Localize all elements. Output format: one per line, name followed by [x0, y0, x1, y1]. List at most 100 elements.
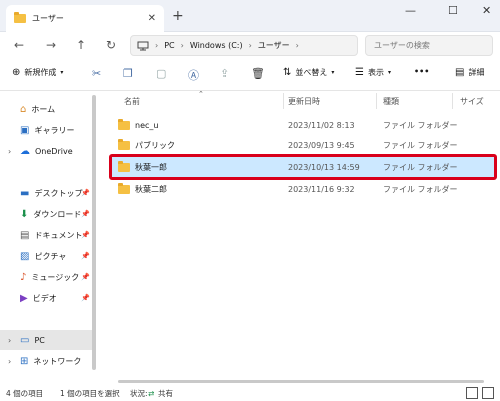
chevron-down-icon: ▾ [387, 69, 391, 76]
breadcrumb-item-users[interactable]: ユーザー [258, 40, 290, 51]
rename-button[interactable]: Ⓐ [188, 67, 199, 83]
file-date: 2023/11/16 9:32 [288, 184, 355, 194]
pin-icon[interactable]: 📌 [81, 273, 90, 281]
table-row[interactable]: パブリック 2023/09/13 9:45 ファイル フォルダー [110, 135, 496, 155]
share-button[interactable]: ⇪ [220, 67, 229, 80]
breadcrumb-item-pc[interactable]: PC [164, 41, 174, 50]
column-header-size[interactable]: サイズ [460, 96, 484, 107]
sidebar-item-label: ビデオ [32, 293, 57, 303]
sidebar-item-gallery[interactable]: ▣ ギャラリー [0, 120, 92, 140]
sidebar-item-label: OneDrive [35, 146, 73, 156]
status-bar: 4 個の項目 1 個の項目を選択 状況: ⇄ 共有 [0, 386, 500, 401]
status-label: 状況: [130, 389, 148, 398]
close-tab-icon[interactable]: ✕ [148, 13, 156, 24]
selected-count: 1 個の項目を選択 [60, 389, 120, 398]
folder-icon [118, 118, 130, 130]
view-button[interactable]: ☰ 表示 ▾ [355, 67, 391, 78]
sidebar-item-network[interactable]: › ⊞ ネットワーク [0, 351, 92, 371]
sidebar-item-pc[interactable]: › ▭ PC [0, 330, 92, 350]
shared-icon: ⇄ [148, 389, 155, 398]
paste-icon: ▢ [156, 67, 167, 80]
breadcrumb-separator: › [295, 41, 299, 50]
new-tab-button[interactable]: + [172, 8, 184, 24]
command-bar: ⊕ 新規作成 ▾ ✂ ❐ ▢ Ⓐ ⇪ 🗑 ⇅ 並べ替え ▾ ☰ 表示 ▾ •••… [0, 59, 500, 91]
sidebar-item-label: ピクチャ [34, 251, 67, 261]
file-type: ファイル フォルダー [383, 184, 458, 194]
address-bar: ← → ↑ ↻ › PC › Windows (C:) › ユーザー › ユーザ… [0, 32, 500, 59]
pin-icon[interactable]: 📌 [81, 294, 90, 302]
breadcrumb-separator: › [180, 41, 184, 50]
file-date: 2023/11/02 8:13 [288, 120, 355, 130]
tiles-view-icon[interactable] [482, 387, 494, 399]
plus-circle-icon: ⊕ [12, 67, 21, 78]
chevron-right-icon[interactable]: › [8, 357, 11, 366]
details-view-icon[interactable] [466, 387, 478, 399]
file-name: nec_u [135, 120, 159, 130]
sidebar-item-videos[interactable]: ▶ ビデオ 📌 [0, 288, 92, 308]
video-icon: ▶ [20, 292, 28, 304]
table-row[interactable]: 秋葉二郎 2023/11/16 9:32 ファイル フォルダー [110, 179, 496, 199]
pin-icon[interactable]: 📌 [81, 252, 90, 260]
maximize-button[interactable]: ☐ [448, 4, 458, 17]
monitor-icon [137, 41, 149, 50]
monitor-icon: ▭ [20, 334, 30, 346]
chevron-right-icon[interactable]: › [8, 147, 11, 156]
breadcrumb[interactable]: › PC › Windows (C:) › ユーザー › [130, 35, 358, 56]
file-date: 2023/09/13 9:45 [288, 140, 355, 150]
sidebar-scrollbar[interactable] [92, 95, 96, 370]
column-divider[interactable] [283, 93, 284, 109]
search-input[interactable]: ユーザーの検索 [365, 35, 493, 56]
network-icon: ⊞ [20, 355, 29, 367]
sidebar-item-downloads[interactable]: ⬇ ダウンロード 📌 [0, 204, 92, 224]
cut-button[interactable]: ✂ [92, 67, 101, 80]
new-button-label: 新規作成 [24, 68, 57, 77]
copy-button[interactable]: ❐ [123, 67, 133, 80]
horizontal-scrollbar[interactable] [118, 380, 484, 383]
sidebar-item-pictures[interactable]: ▨ ピクチャ 📌 [0, 246, 92, 266]
details-button-label: 詳細 [468, 68, 485, 77]
paste-button[interactable]: ▢ [156, 67, 166, 80]
pin-icon[interactable]: 📌 [81, 189, 90, 197]
table-row[interactable]: nec_u 2023/11/02 8:13 ファイル フォルダー [110, 115, 496, 135]
pin-icon[interactable]: 📌 [81, 231, 90, 239]
item-count: 4 個の項目 [6, 389, 44, 398]
refresh-icon[interactable]: ↻ [106, 38, 116, 52]
pin-icon[interactable]: 📌 [81, 210, 90, 218]
tab-users[interactable]: ユーザー ✕ [6, 5, 164, 32]
column-header-type[interactable]: 種類 [383, 96, 399, 107]
column-divider[interactable] [452, 93, 453, 109]
details-button[interactable]: ▤ 詳細 [455, 67, 484, 78]
copy-icon: ❐ [123, 67, 133, 80]
sidebar-item-label: ネットワーク [33, 356, 82, 366]
sidebar-item-music[interactable]: ♪ ミュージック 📌 [0, 267, 92, 287]
column-header-name[interactable]: 名前 [124, 96, 140, 107]
details-pane-icon: ▤ [455, 67, 465, 78]
minimize-button[interactable]: — [405, 4, 416, 17]
navigation-pane: ⌂ ホーム ▣ ギャラリー › ☁ OneDrive ▬ デスクトップ 📌 ⬇ … [0, 91, 96, 373]
close-window-button[interactable]: ✕ [482, 4, 491, 17]
tab-title: ユーザー [32, 14, 64, 23]
sidebar-item-onedrive[interactable]: › ☁ OneDrive [0, 141, 92, 161]
delete-button[interactable]: 🗑 [251, 67, 265, 80]
column-header-date[interactable]: 更新日時 [288, 96, 320, 107]
gallery-icon: ▣ [20, 124, 30, 136]
view-list-icon: ☰ [355, 67, 364, 78]
forward-arrow-icon[interactable]: → [46, 38, 56, 52]
up-arrow-icon[interactable]: ↑ [76, 38, 86, 52]
sidebar-item-label: ダウンロード [33, 209, 82, 219]
sort-button-label: 並べ替え [295, 68, 328, 77]
column-divider[interactable] [376, 93, 377, 109]
sidebar-item-documents[interactable]: ▤ ドキュメント 📌 [0, 225, 92, 245]
new-button[interactable]: ⊕ 新規作成 ▾ [12, 67, 63, 78]
sort-icon: ⇅ [283, 67, 292, 78]
breadcrumb-item-drive[interactable]: Windows (C:) [190, 41, 243, 50]
folder-icon [118, 182, 130, 194]
sidebar-item-desktop[interactable]: ▬ デスクトップ 📌 [0, 183, 92, 203]
more-options-button[interactable]: ••• [414, 67, 429, 76]
chevron-right-icon[interactable]: › [8, 336, 11, 345]
sidebar-item-home[interactable]: ⌂ ホーム [0, 99, 92, 119]
back-arrow-icon[interactable]: ← [14, 38, 24, 52]
sort-button[interactable]: ⇅ 並べ替え ▾ [283, 67, 334, 78]
sidebar-item-label: ギャラリー [34, 125, 75, 135]
sidebar-item-label: ホーム [31, 104, 56, 114]
